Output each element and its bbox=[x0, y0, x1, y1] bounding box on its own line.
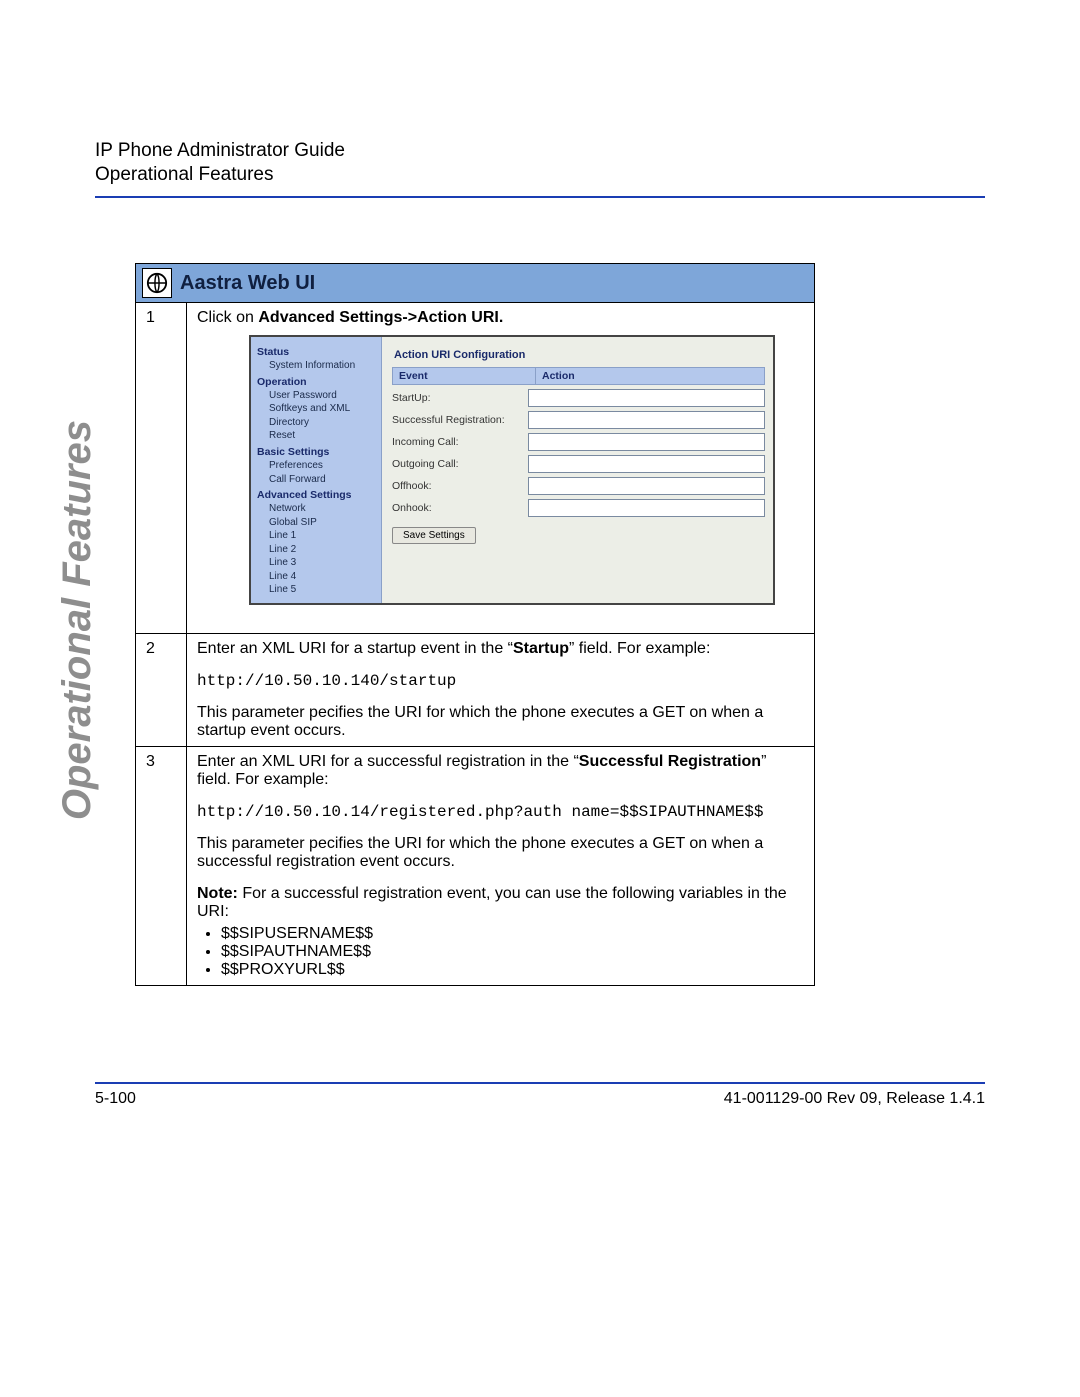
config-header: Event Action bbox=[392, 367, 765, 385]
web-ui-screenshot: Status System Information Operation User… bbox=[249, 335, 775, 605]
sidebar-group-basic: Basic Settings bbox=[257, 445, 375, 459]
sidebar-item-preferences[interactable]: Preferences bbox=[257, 459, 375, 473]
s3-var-list: $$SIPUSERNAME$$ $$SIPAUTHNAME$$ $$PROXYU… bbox=[203, 925, 804, 979]
s3-text-pre: Enter an XML URI for a successful regist… bbox=[197, 753, 579, 770]
row-incoming-input[interactable] bbox=[528, 433, 765, 451]
save-settings-button[interactable]: Save Settings bbox=[392, 527, 476, 544]
s3-var-2: $$SIPAUTHNAME$$ bbox=[221, 943, 804, 961]
s3-var-1: $$SIPUSERNAME$$ bbox=[221, 925, 804, 943]
sidebar-item-softkeys-xml[interactable]: Softkeys and XML bbox=[257, 402, 375, 416]
col-action: Action bbox=[536, 368, 764, 384]
config-panel: Action URI Configuration Event Action St… bbox=[382, 337, 773, 603]
sidebar-item-reset[interactable]: Reset bbox=[257, 429, 375, 443]
s3-desc: This parameter pecifies the URI for whic… bbox=[197, 835, 804, 871]
sidebar: Status System Information Operation User… bbox=[251, 337, 382, 603]
row-outgoing-label: Outgoing Call: bbox=[392, 458, 528, 470]
s3-var-3: $$PROXYURL$$ bbox=[221, 961, 804, 979]
step-2-num: 2 bbox=[136, 633, 187, 746]
sidebar-item-line1[interactable]: Line 1 bbox=[257, 529, 375, 543]
s2-text-pre: Enter an XML URI for a startup event in … bbox=[197, 640, 513, 657]
footer-page-number: 5-100 bbox=[95, 1090, 136, 1108]
globe-icon bbox=[142, 268, 172, 298]
sidebar-item-line2[interactable]: Line 2 bbox=[257, 543, 375, 557]
row-successreg-label: Successful Registration: bbox=[392, 414, 528, 426]
row-successreg-input[interactable] bbox=[528, 411, 765, 429]
row-outgoing-input[interactable] bbox=[528, 455, 765, 473]
step-2-row: 2 Enter an XML URI for a startup event i… bbox=[136, 633, 815, 746]
footer-rule bbox=[95, 1082, 985, 1084]
header-section: Operational Features bbox=[95, 164, 985, 186]
config-title: Action URI Configuration bbox=[392, 345, 765, 367]
procedure-table: Aastra Web UI 1 Click on Advanced Settin… bbox=[135, 263, 815, 986]
step-1-body: Click on Advanced Settings->Action URI. … bbox=[187, 303, 815, 634]
s2-text-post: ” field. For example: bbox=[569, 640, 710, 657]
step-1-pretext: Click on bbox=[197, 309, 258, 326]
step-3-body: Enter an XML URI for a successful regist… bbox=[187, 746, 815, 985]
step-1-row: 1 Click on Advanced Settings->Action URI… bbox=[136, 303, 815, 634]
s3-note-bold: Note: bbox=[197, 885, 238, 902]
step-1-bold: Advanced Settings->Action URI. bbox=[258, 309, 503, 326]
sidebar-item-call-forward[interactable]: Call Forward bbox=[257, 473, 375, 487]
step-2-body: Enter an XML URI for a startup event in … bbox=[187, 633, 815, 746]
sidebar-item-global-sip[interactable]: Global SIP bbox=[257, 516, 375, 530]
step-3-num: 3 bbox=[136, 746, 187, 985]
sidebar-item-network[interactable]: Network bbox=[257, 502, 375, 516]
s2-text-bold: Startup bbox=[513, 640, 569, 657]
row-onhook-label: Onhook: bbox=[392, 502, 528, 514]
sidebar-group-operation: Operation bbox=[257, 375, 375, 389]
row-offhook-label: Offhook: bbox=[392, 480, 528, 492]
sidebar-item-line4[interactable]: Line 4 bbox=[257, 570, 375, 584]
s3-note-text: For a successful registration event, you… bbox=[197, 885, 787, 920]
step-1-num: 1 bbox=[136, 303, 187, 634]
sidebar-item-directory[interactable]: Directory bbox=[257, 416, 375, 430]
s3-text-bold: Successful Registration bbox=[579, 753, 761, 770]
col-event: Event bbox=[393, 368, 536, 384]
row-incoming-label: Incoming Call: bbox=[392, 436, 528, 448]
header-rule bbox=[95, 196, 985, 198]
sidebar-item-user-password[interactable]: User Password bbox=[257, 389, 375, 403]
sidebar-item-sysinfo[interactable]: System Information bbox=[257, 359, 375, 373]
row-startup-input[interactable] bbox=[528, 389, 765, 407]
row-offhook-input[interactable] bbox=[528, 477, 765, 495]
s3-code: http://10.50.10.14/registered.php?auth n… bbox=[197, 803, 764, 821]
row-onhook-input[interactable] bbox=[528, 499, 765, 517]
sidebar-group-advanced: Advanced Settings bbox=[257, 488, 375, 502]
footer-doc-id: 41-001129-00 Rev 09, Release 1.4.1 bbox=[724, 1090, 985, 1108]
procedure-banner-cell: Aastra Web UI bbox=[136, 264, 815, 303]
side-chapter-label: Operational Features bbox=[55, 420, 100, 820]
header-title: IP Phone Administrator Guide bbox=[95, 140, 985, 162]
row-startup-label: StartUp: bbox=[392, 392, 528, 404]
procedure-banner-text: Aastra Web UI bbox=[180, 272, 315, 295]
s2-desc: This parameter pecifies the URI for whic… bbox=[197, 704, 804, 740]
sidebar-group-status: Status bbox=[257, 345, 375, 359]
sidebar-item-line3[interactable]: Line 3 bbox=[257, 556, 375, 570]
s2-code: http://10.50.10.140/startup bbox=[197, 672, 456, 690]
sidebar-item-line5[interactable]: Line 5 bbox=[257, 583, 375, 597]
step-3-row: 3 Enter an XML URI for a successful regi… bbox=[136, 746, 815, 985]
